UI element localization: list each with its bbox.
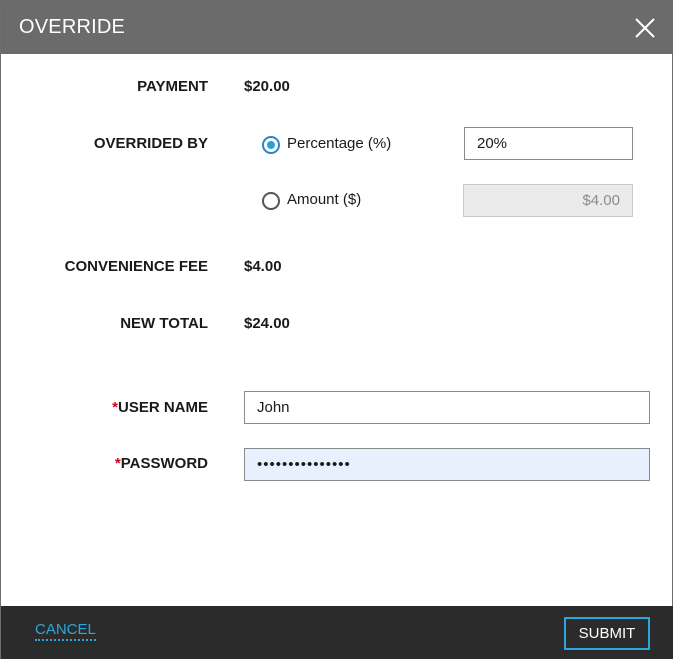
override-dialog: OVERRIDE PAYMENT $20.00 OVERRIDED BY Per… <box>0 0 673 659</box>
percentage-input[interactable]: 20% <box>464 127 633 160</box>
overrided-by-label: OVERRIDED BY <box>93 135 208 152</box>
amount-radio-label[interactable]: Amount ($) <box>287 191 361 208</box>
payment-value: $20.00 <box>244 78 290 95</box>
dialog-header: OVERRIDE <box>1 1 673 54</box>
amount-radio[interactable] <box>262 192 280 210</box>
submit-button[interactable]: SUBMIT <box>564 617 650 650</box>
convenience-fee-label: CONVENIENCE FEE <box>64 258 208 275</box>
new-total-value: $24.00 <box>244 315 290 332</box>
convenience-fee-value: $4.00 <box>244 258 282 275</box>
close-button[interactable] <box>629 12 661 44</box>
close-icon <box>635 18 655 38</box>
user-name-label: *USER NAME <box>112 399 208 416</box>
user-name-label-text: USER NAME <box>117 399 208 416</box>
password-input[interactable]: ••••••••••••••• <box>244 448 650 481</box>
percentage-radio-label[interactable]: Percentage (%) <box>287 135 391 152</box>
payment-label: PAYMENT <box>137 78 208 95</box>
dialog-footer: CANCEL SUBMIT <box>1 606 673 659</box>
dialog-title: OVERRIDE <box>19 16 126 38</box>
percentage-radio[interactable] <box>262 136 280 154</box>
amount-input: $4.00 <box>463 184 633 217</box>
password-label: *PASSWORD <box>115 455 208 472</box>
password-label-text: PASSWORD <box>120 455 208 472</box>
new-total-label: NEW TOTAL <box>120 315 208 332</box>
cancel-link[interactable]: CANCEL <box>35 621 96 641</box>
user-name-input[interactable]: John <box>244 391 650 424</box>
